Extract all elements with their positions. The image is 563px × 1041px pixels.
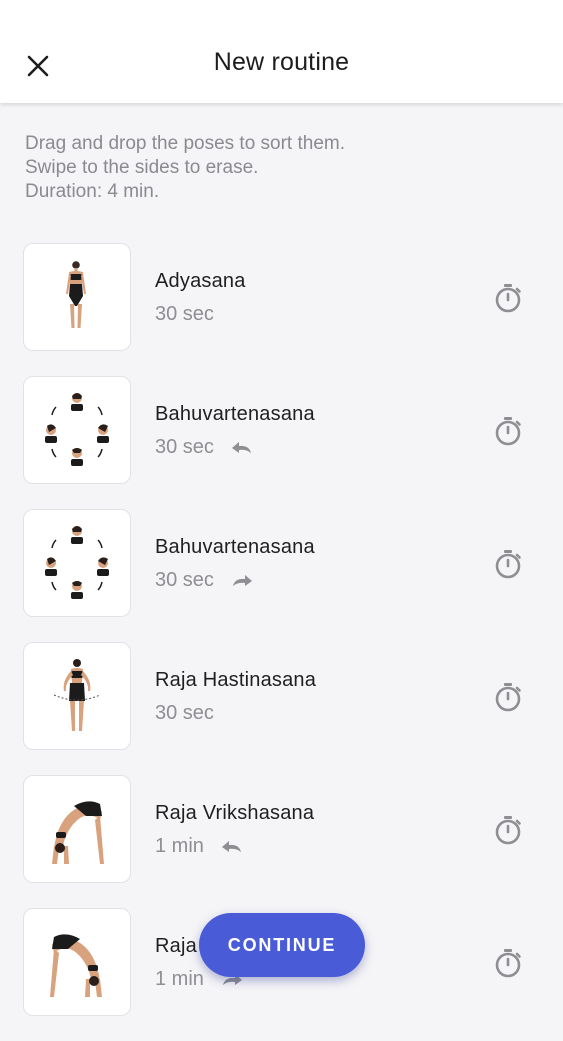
pose-name: Bahuvartenasana (155, 403, 315, 425)
list-item[interactable]: Raja Hastinasana 30 sec (0, 642, 563, 775)
pose-duration: 30 sec (155, 569, 254, 592)
counterclockwise-icon (230, 440, 254, 456)
routine-duration: Duration: 4 min. (25, 181, 160, 202)
stopwatch-icon (495, 284, 521, 313)
instruction-sort: Drag and drop the poses to sort them. (25, 133, 346, 154)
stopwatch-icon (495, 949, 521, 978)
list-item[interactable]: Adyasana 30 sec (0, 243, 563, 376)
stopwatch-icon (495, 550, 521, 579)
duration-value: 30 sec (155, 303, 214, 325)
list-item[interactable]: Bahuvartenasana 30 sec (0, 509, 563, 642)
timer-button[interactable] (492, 414, 524, 448)
timer-button[interactable] (492, 680, 524, 714)
pose-thumbnail (23, 376, 131, 484)
instruction-erase: Swipe to the sides to erase. (25, 157, 259, 178)
pose-name: Raja (155, 935, 197, 957)
pose-thumbnail (23, 775, 131, 883)
instructions: Drag and drop the poses to sort them. Sw… (25, 132, 525, 204)
list-item[interactable]: Bahuvartenasana 30 sec (0, 376, 563, 509)
duration-value: 30 sec (155, 702, 214, 724)
timer-button[interactable] (492, 946, 524, 980)
timer-button[interactable] (492, 281, 524, 315)
list-item[interactable]: Raja Vrikshasana 1 min (0, 775, 563, 908)
timer-button[interactable] (492, 547, 524, 581)
pose-thumbnail (23, 243, 131, 351)
pose-duration: 30 sec (155, 303, 214, 326)
counterclockwise-icon (220, 839, 244, 855)
pose-name: Adyasana (155, 270, 246, 292)
continue-button[interactable]: CONTINUE (199, 913, 365, 977)
stopwatch-icon (495, 683, 521, 712)
duration-value: 30 sec (155, 569, 214, 591)
pose-name: Raja Hastinasana (155, 669, 317, 691)
duration-value: 30 sec (155, 436, 214, 458)
pose-duration: 1 min (155, 835, 244, 858)
app-bar: New routine (0, 0, 563, 103)
pose-duration: 30 sec (155, 436, 254, 459)
timer-button[interactable] (492, 813, 524, 847)
duration-value: 1 min (155, 968, 204, 990)
pose-thumbnail (23, 509, 131, 617)
pose-duration: 30 sec (155, 702, 214, 725)
pose-thumbnail (23, 642, 131, 750)
stopwatch-icon (495, 816, 521, 845)
pose-name: Bahuvartenasana (155, 536, 315, 558)
pose-name: Raja Vrikshasana (155, 802, 315, 824)
page-title: New routine (213, 48, 350, 76)
stopwatch-icon (495, 417, 521, 446)
duration-value: 1 min (155, 835, 204, 857)
clockwise-icon (230, 573, 254, 589)
